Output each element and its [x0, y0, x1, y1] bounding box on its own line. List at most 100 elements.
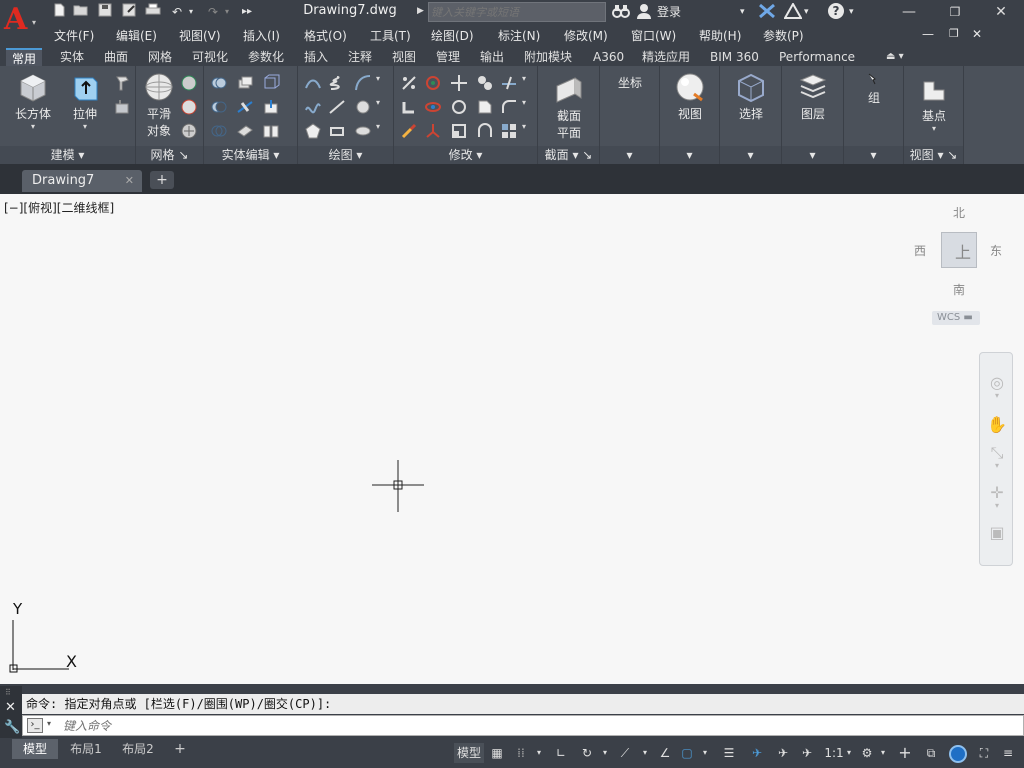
helix-icon[interactable] [328, 74, 346, 92]
tab-addins[interactable]: 附加模块 [518, 48, 578, 66]
osnap-dropdown-icon[interactable]: ▾ [700, 743, 710, 763]
tab-bim360[interactable]: BIM 360 [704, 48, 765, 66]
units-icon[interactable]: ⧉ [920, 743, 942, 763]
menu-draw[interactable]: 绘图(D) [431, 27, 474, 44]
base-point-button[interactable]: 基点 ▾ [910, 74, 958, 133]
chamfer-edge-icon[interactable] [400, 122, 418, 140]
panel-solid-editing-label[interactable]: 实体编辑 ▾ [204, 146, 297, 164]
slice-icon[interactable] [236, 98, 254, 116]
extrude-button[interactable]: 拉伸 ▾ [62, 72, 108, 131]
line-icon[interactable] [328, 98, 346, 116]
polar-tracking-icon[interactable]: ↻ [578, 743, 596, 763]
workspace-gear-icon[interactable]: ⚙ [858, 743, 876, 763]
fillet-edge-icon[interactable] [400, 98, 418, 116]
steeringwheel-icon[interactable]: ◎ [987, 373, 1007, 393]
spline-icon[interactable] [304, 98, 322, 116]
tab-parametric[interactable]: 参数化 [242, 48, 290, 66]
ellipse-dropdown-icon[interactable]: ▾ [376, 122, 394, 140]
copy-icon[interactable] [476, 74, 494, 92]
rectangle-icon[interactable] [328, 122, 346, 140]
array-icon[interactable] [500, 122, 518, 140]
scale-dropdown-icon[interactable]: ▾ [844, 743, 854, 763]
object-snap-tracking-icon[interactable]: ∠ [656, 743, 674, 763]
tab-featured-apps[interactable]: 精选应用 [636, 48, 696, 66]
menu-dimension[interactable]: 标注(N) [498, 27, 540, 44]
search-box[interactable]: ▶ [417, 2, 606, 22]
annotation-monitor-icon[interactable]: + [896, 743, 914, 763]
doc-restore-icon[interactable]: ❐ [949, 27, 959, 40]
zoom-icon[interactable]: ⤡ [987, 443, 1007, 463]
drawing-canvas[interactable] [0, 194, 1024, 684]
command-prompt-icon[interactable]: ›_ [27, 718, 43, 733]
tab-view[interactable]: 视图 [386, 48, 422, 66]
menu-format[interactable]: 格式(O) [304, 27, 347, 44]
file-tab-drawing7[interactable]: Drawing7 ✕ [22, 170, 142, 192]
auto-scale-icon[interactable]: ✈ [772, 743, 794, 763]
polyline-icon[interactable] [304, 74, 322, 92]
polysolid-icon[interactable] [113, 98, 131, 116]
subtract-icon[interactable] [210, 98, 228, 116]
application-menu-button[interactable]: A ▾ [0, 0, 42, 46]
isodraft-dropdown-icon[interactable]: ▾ [640, 743, 650, 763]
clean-screen-icon[interactable]: ⛶ [974, 743, 994, 763]
tab-annotate[interactable]: 注释 [342, 48, 378, 66]
search-input[interactable] [431, 4, 601, 20]
save-as-icon[interactable] [120, 3, 138, 21]
exchange-apps-icon[interactable] [758, 3, 776, 21]
polar-dropdown-icon[interactable]: ▾ [600, 743, 610, 763]
panel-section-label[interactable]: 截面 ▾ ↘ [538, 146, 599, 164]
thicken-icon[interactable] [236, 122, 254, 140]
a360-dropdown-icon[interactable]: ▾ [804, 3, 809, 21]
mesh-primitive-icon[interactable] [180, 74, 198, 92]
mesh-smooth-more-icon[interactable] [180, 98, 198, 116]
tab-surface[interactable]: 曲面 [98, 48, 134, 66]
menu-insert[interactable]: 插入(I) [243, 27, 280, 44]
grid-icon[interactable]: ▦ [488, 743, 506, 763]
annotation-visibility-icon[interactable]: ✈ [746, 743, 768, 763]
scale-icon[interactable] [450, 122, 468, 140]
layout-tab-1[interactable]: 布局1 [62, 739, 110, 759]
panel-group-btn-expand[interactable]: ▾ [844, 146, 903, 164]
tab-performance[interactable]: Performance [773, 48, 861, 66]
panel-modeling-label[interactable]: 建模 ▾ [0, 146, 135, 164]
rotate-icon[interactable] [450, 98, 468, 116]
restore-icon[interactable]: ❐ [932, 0, 978, 24]
extract-edges-icon[interactable] [262, 74, 280, 92]
circle-dropdown-icon[interactable]: ▾ [376, 98, 394, 116]
command-window-grip[interactable]: ⠿ ✕ 🔧 [0, 686, 22, 738]
close-command-icon[interactable]: ✕ [5, 700, 16, 715]
help-icon[interactable]: ? [828, 3, 844, 21]
group-button[interactable]: 组 [848, 72, 900, 106]
workspace-dropdown-icon[interactable]: ▾ [878, 743, 888, 763]
tab-manage[interactable]: 管理 [430, 48, 466, 66]
model-space-button[interactable]: 模型 [454, 743, 484, 763]
layout-tab-2[interactable]: 布局2 [114, 739, 162, 759]
new-file-icon[interactable] [50, 3, 68, 21]
viewcube[interactable]: 上 [941, 232, 977, 268]
menu-parametric[interactable]: 参数(P) [763, 27, 804, 44]
ellipse-icon[interactable] [354, 122, 372, 140]
union-icon[interactable] [210, 74, 228, 92]
tab-insert[interactable]: 插入 [298, 48, 334, 66]
viewport-controls-label[interactable]: [−][俯视][二维线框] [4, 199, 114, 216]
help-dropdown-icon[interactable]: ▾ [849, 3, 854, 21]
arc-icon[interactable] [354, 74, 372, 92]
panel-modify-label[interactable]: 修改 ▾ [394, 146, 537, 164]
doc-close-icon[interactable]: ✕ [972, 27, 982, 41]
object-snap-icon[interactable]: ▢ [678, 743, 696, 763]
intersect-icon[interactable] [210, 122, 228, 140]
pan-icon[interactable]: ✋ [987, 415, 1007, 435]
menu-view[interactable]: 视图(V) [179, 27, 221, 44]
isodraft-icon[interactable]: ⟋ [616, 743, 634, 763]
tab-home[interactable]: 常用 [6, 48, 43, 66]
close-tab-icon[interactable]: ✕ [125, 170, 134, 192]
redo-dropdown-icon[interactable]: ▾ [222, 3, 232, 21]
panel-coordinates-expand[interactable]: ▾ [600, 146, 659, 164]
lineweight-icon[interactable]: ☰ [720, 743, 738, 763]
showmotion-icon[interactable]: ▣ [987, 523, 1007, 543]
coordinates-button[interactable]: 坐标 [604, 74, 656, 91]
interfere-icon[interactable] [236, 74, 254, 92]
box-button[interactable]: 长方体 ▾ [8, 72, 58, 131]
wcs-menu[interactable]: WCS ▬ [932, 311, 980, 325]
smooth-object-button[interactable]: 平滑 对象 [140, 72, 178, 139]
